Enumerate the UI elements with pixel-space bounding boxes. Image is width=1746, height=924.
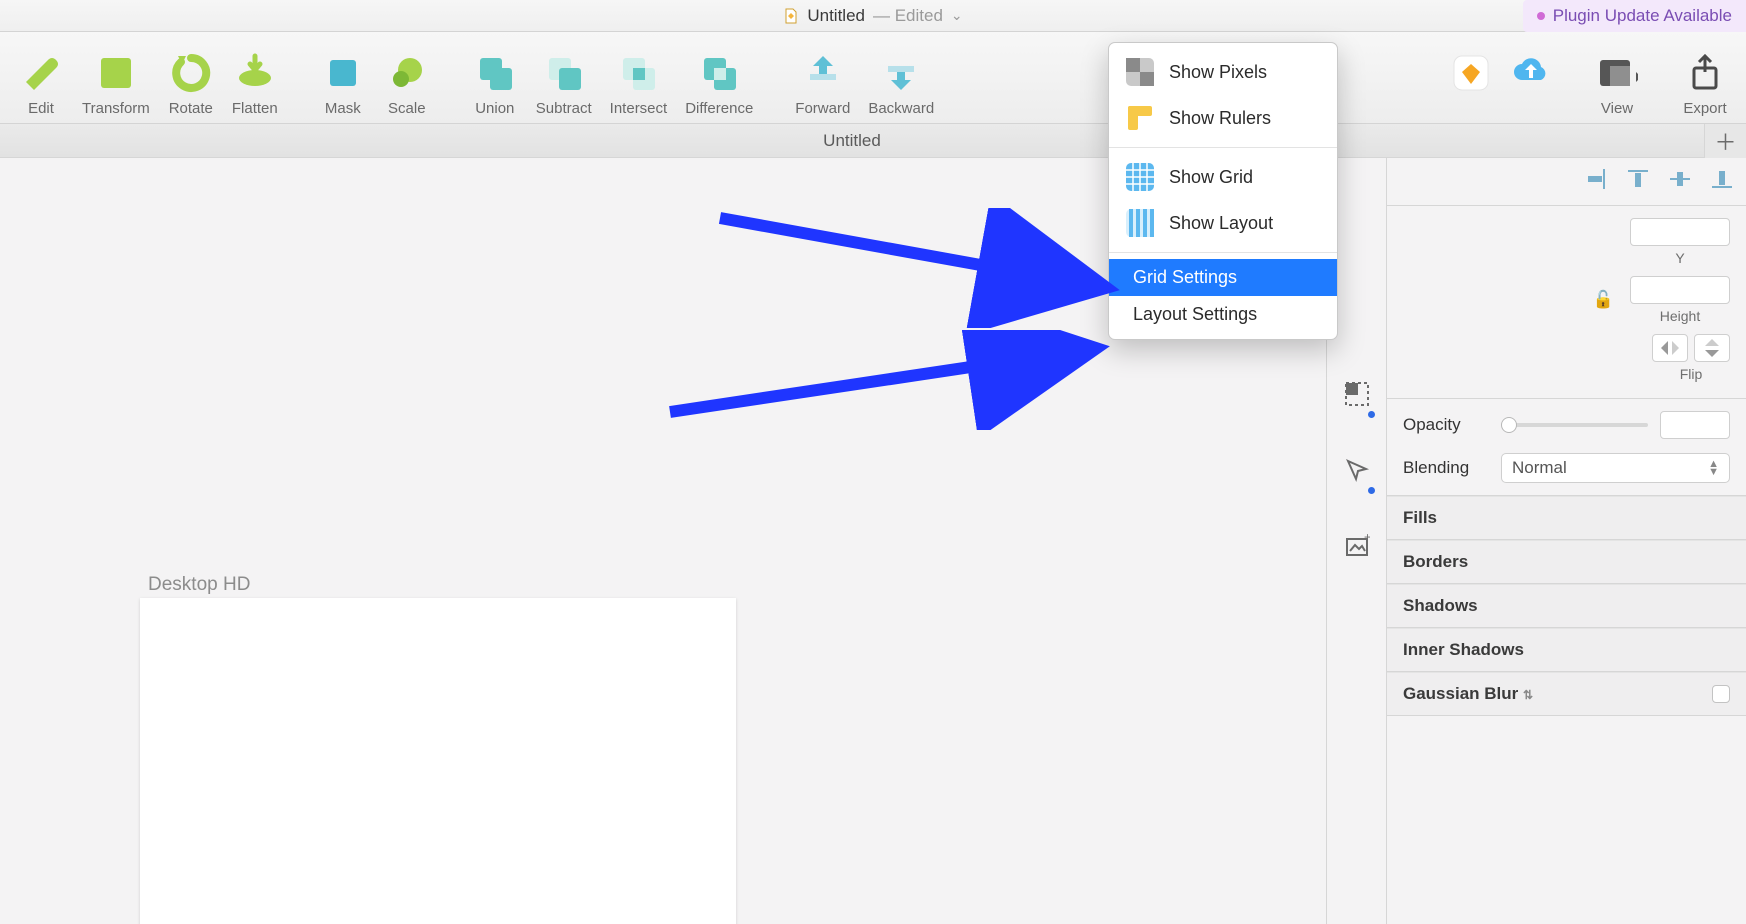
menu-show-layout[interactable]: Show Layout: [1109, 200, 1337, 246]
scale-icon: [386, 52, 428, 94]
menu-layout-settings[interactable]: Layout Settings: [1109, 296, 1337, 333]
fills-header[interactable]: Fills: [1387, 496, 1746, 540]
menu-show-rulers[interactable]: Show Rulers: [1109, 95, 1337, 141]
inspector-panel: + Y 🔓 Height: [1326, 158, 1746, 924]
scale-button[interactable]: Scale: [378, 52, 436, 117]
mirror-button[interactable]: [1444, 52, 1498, 117]
canvas[interactable]: Desktop HD: [0, 158, 1326, 924]
opacity-input[interactable]: [1660, 411, 1730, 439]
plugin-banner-text: Plugin Update Available: [1553, 6, 1732, 26]
align-top-icon[interactable]: [1628, 169, 1648, 194]
union-icon: [474, 52, 516, 94]
subtract-icon: [543, 52, 585, 94]
mask-icon: [322, 52, 364, 94]
plugin-dot-icon: [1537, 12, 1545, 20]
rotate-button[interactable]: Rotate: [162, 52, 220, 117]
tab-bar: Untitled ＋: [0, 124, 1746, 158]
y-input[interactable]: [1630, 218, 1730, 246]
svg-text:+: +: [1364, 533, 1370, 544]
menu-show-grid[interactable]: Show Grid: [1109, 154, 1337, 200]
align-right-icon[interactable]: [1586, 169, 1606, 194]
transform-button[interactable]: Transform: [76, 52, 156, 117]
flip-field: Flip: [1652, 334, 1730, 382]
sketch-diamond-icon: [1450, 52, 1492, 94]
mask-button[interactable]: Mask: [314, 52, 372, 117]
intersect-icon: [617, 52, 659, 94]
opacity-slider[interactable]: [1501, 423, 1648, 427]
arrow-annotation-1: [660, 208, 1130, 328]
export-icon: [1684, 52, 1726, 94]
toolbar: Edit Transform Rotate Flatten Mask Scale…: [0, 32, 1746, 124]
height-input[interactable]: [1630, 276, 1730, 304]
tab-untitled[interactable]: Untitled: [0, 131, 1704, 151]
updown-icon: ⇅: [1523, 688, 1533, 702]
height-field: Height: [1630, 276, 1730, 324]
export-button[interactable]: Export: [1676, 52, 1734, 117]
flatten-button[interactable]: Flatten: [226, 52, 284, 117]
title-chevron-icon[interactable]: ⌄: [951, 7, 963, 24]
flip-horizontal-button[interactable]: [1652, 334, 1688, 362]
union-button[interactable]: Union: [466, 52, 524, 117]
document-title: Untitled: [807, 6, 865, 26]
subtract-button[interactable]: Subtract: [530, 52, 598, 117]
difference-button[interactable]: Difference: [679, 52, 759, 117]
forward-icon: [802, 52, 844, 94]
cloud-upload-icon: [1510, 52, 1552, 94]
artboard-desktop-hd[interactable]: [140, 598, 736, 924]
view-dropdown-menu: Show Pixels Show Rulers Show Grid Show L…: [1108, 42, 1338, 340]
inspector-tab-style[interactable]: [1341, 454, 1373, 486]
gaussian-checkbox[interactable]: [1712, 685, 1730, 703]
menu-show-pixels[interactable]: Show Pixels: [1109, 49, 1337, 95]
document-modified: — Edited: [873, 6, 943, 26]
appearance-section: Opacity Blending Normal ▲▼: [1387, 399, 1746, 496]
document-icon: [783, 8, 799, 24]
window-titlebar: Untitled — Edited ⌄ Plugin Update Availa…: [0, 0, 1746, 32]
shadows-header[interactable]: Shadows: [1387, 584, 1746, 628]
menu-separator: [1109, 252, 1337, 253]
view-icon: [1596, 52, 1638, 94]
blending-select[interactable]: Normal ▲▼: [1501, 453, 1730, 483]
cloud-button[interactable]: [1504, 52, 1558, 117]
alignment-row: [1387, 158, 1746, 206]
rotate-icon: [170, 52, 212, 94]
y-field: Y: [1630, 218, 1730, 266]
inspector-tab-export[interactable]: +: [1341, 530, 1373, 562]
align-middle-icon[interactable]: [1670, 169, 1690, 194]
forward-button[interactable]: Forward: [789, 52, 856, 117]
inner-shadows-header[interactable]: Inner Shadows: [1387, 628, 1746, 672]
opacity-label: Opacity: [1403, 415, 1489, 435]
backward-icon: [880, 52, 922, 94]
pixels-icon: [1125, 57, 1155, 87]
arrow-annotation-2: [650, 330, 1120, 430]
difference-icon: [698, 52, 740, 94]
rulers-icon: [1125, 103, 1155, 133]
geometry-section: Y 🔓 Height Flip: [1387, 206, 1746, 399]
lock-icon[interactable]: 🔓: [1593, 290, 1614, 310]
grid-icon: [1125, 162, 1155, 192]
select-stepper-icon: ▲▼: [1708, 460, 1719, 476]
inspector-tab-align[interactable]: [1341, 378, 1373, 410]
flatten-icon: [234, 52, 276, 94]
plugin-update-banner[interactable]: Plugin Update Available: [1523, 0, 1746, 32]
menu-separator: [1109, 147, 1337, 148]
borders-header[interactable]: Borders: [1387, 540, 1746, 584]
blending-label: Blending: [1403, 458, 1489, 478]
backward-button[interactable]: Backward: [862, 52, 940, 117]
edit-button[interactable]: Edit: [12, 52, 70, 117]
new-tab-button[interactable]: ＋: [1704, 124, 1746, 158]
gaussian-blur-header[interactable]: Gaussian Blur ⇅: [1387, 672, 1746, 716]
view-button[interactable]: View: [1588, 52, 1646, 117]
align-bottom-icon[interactable]: [1712, 169, 1732, 194]
edit-icon: [20, 52, 62, 94]
artboard-label[interactable]: Desktop HD: [148, 574, 250, 596]
flip-vertical-button[interactable]: [1694, 334, 1730, 362]
menu-grid-settings[interactable]: Grid Settings: [1109, 259, 1337, 296]
transform-icon: [95, 52, 137, 94]
intersect-button[interactable]: Intersect: [604, 52, 674, 117]
